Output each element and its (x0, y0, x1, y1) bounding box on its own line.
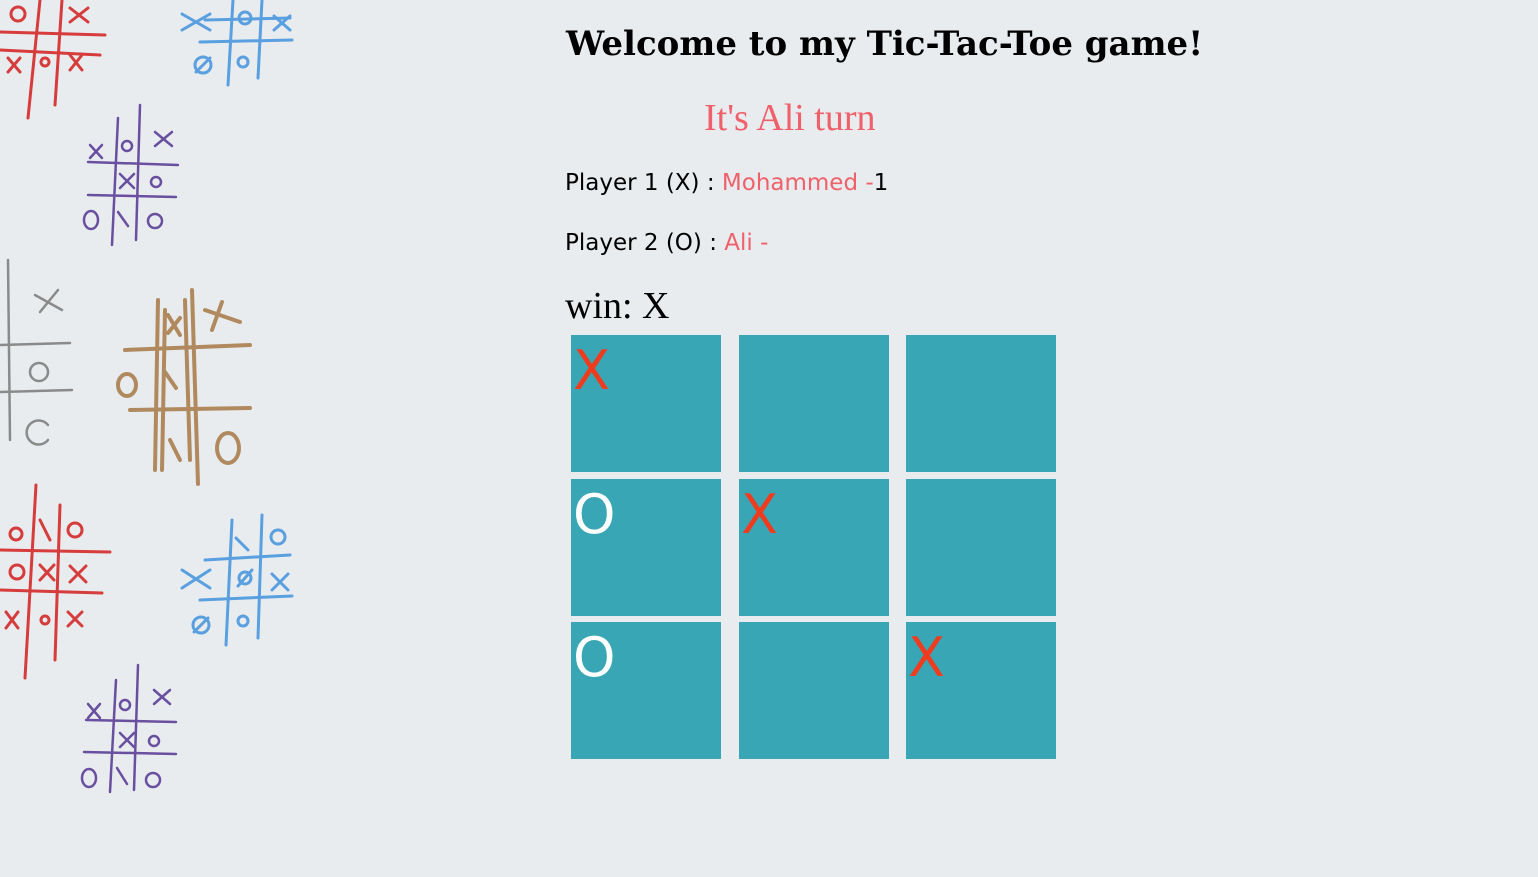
board-cell-4[interactable]: O (571, 479, 721, 616)
page-title: Welcome to my Tic-Tac-Toe game! (566, 24, 1204, 64)
board-cell-6[interactable] (906, 479, 1056, 616)
doodle-brown-grid (116, 288, 252, 486)
player-1-score: 1 (873, 170, 889, 196)
cell-mark: O (573, 483, 616, 546)
player-2-row: Player 2 (O) : Ali - (565, 230, 768, 256)
doodle-grey-grid (0, 258, 74, 446)
background-doodles (0, 0, 294, 794)
win-status: win: X (565, 285, 670, 327)
board-cell-9[interactable]: X (906, 622, 1056, 759)
cell-mark: X (573, 339, 610, 402)
board-cell-5[interactable]: X (739, 479, 889, 616)
board-cell-8[interactable] (739, 622, 889, 759)
cell-mark: O (573, 626, 616, 689)
doodle-purple-grid-2 (80, 663, 178, 794)
player-2-name: Ali - (724, 230, 769, 256)
player-2-label: Player 2 (O) : (565, 230, 725, 256)
doodle-blue-grid-top (180, 0, 294, 87)
doodle-purple-grid-1 (82, 103, 180, 247)
board-cell-1[interactable]: X (571, 335, 721, 472)
doodle-red-grid-top (0, 0, 107, 120)
board-cell-7[interactable]: O (571, 622, 721, 759)
player-1-label: Player 1 (X) : (565, 170, 722, 196)
doodle-blue-grid-bottom (180, 513, 294, 647)
game-board: X O X O X (571, 335, 1056, 760)
board-cell-2[interactable] (739, 335, 889, 472)
cell-mark: X (741, 483, 778, 546)
board-cell-3[interactable] (906, 335, 1056, 472)
player-1-row: Player 1 (X) : Mohammed -1 (565, 170, 888, 196)
doodle-red-grid-bottom (0, 483, 112, 680)
turn-indicator: It's Ali turn (704, 97, 876, 139)
player-1-name: Mohammed - (721, 170, 874, 196)
cell-mark: X (908, 626, 945, 689)
